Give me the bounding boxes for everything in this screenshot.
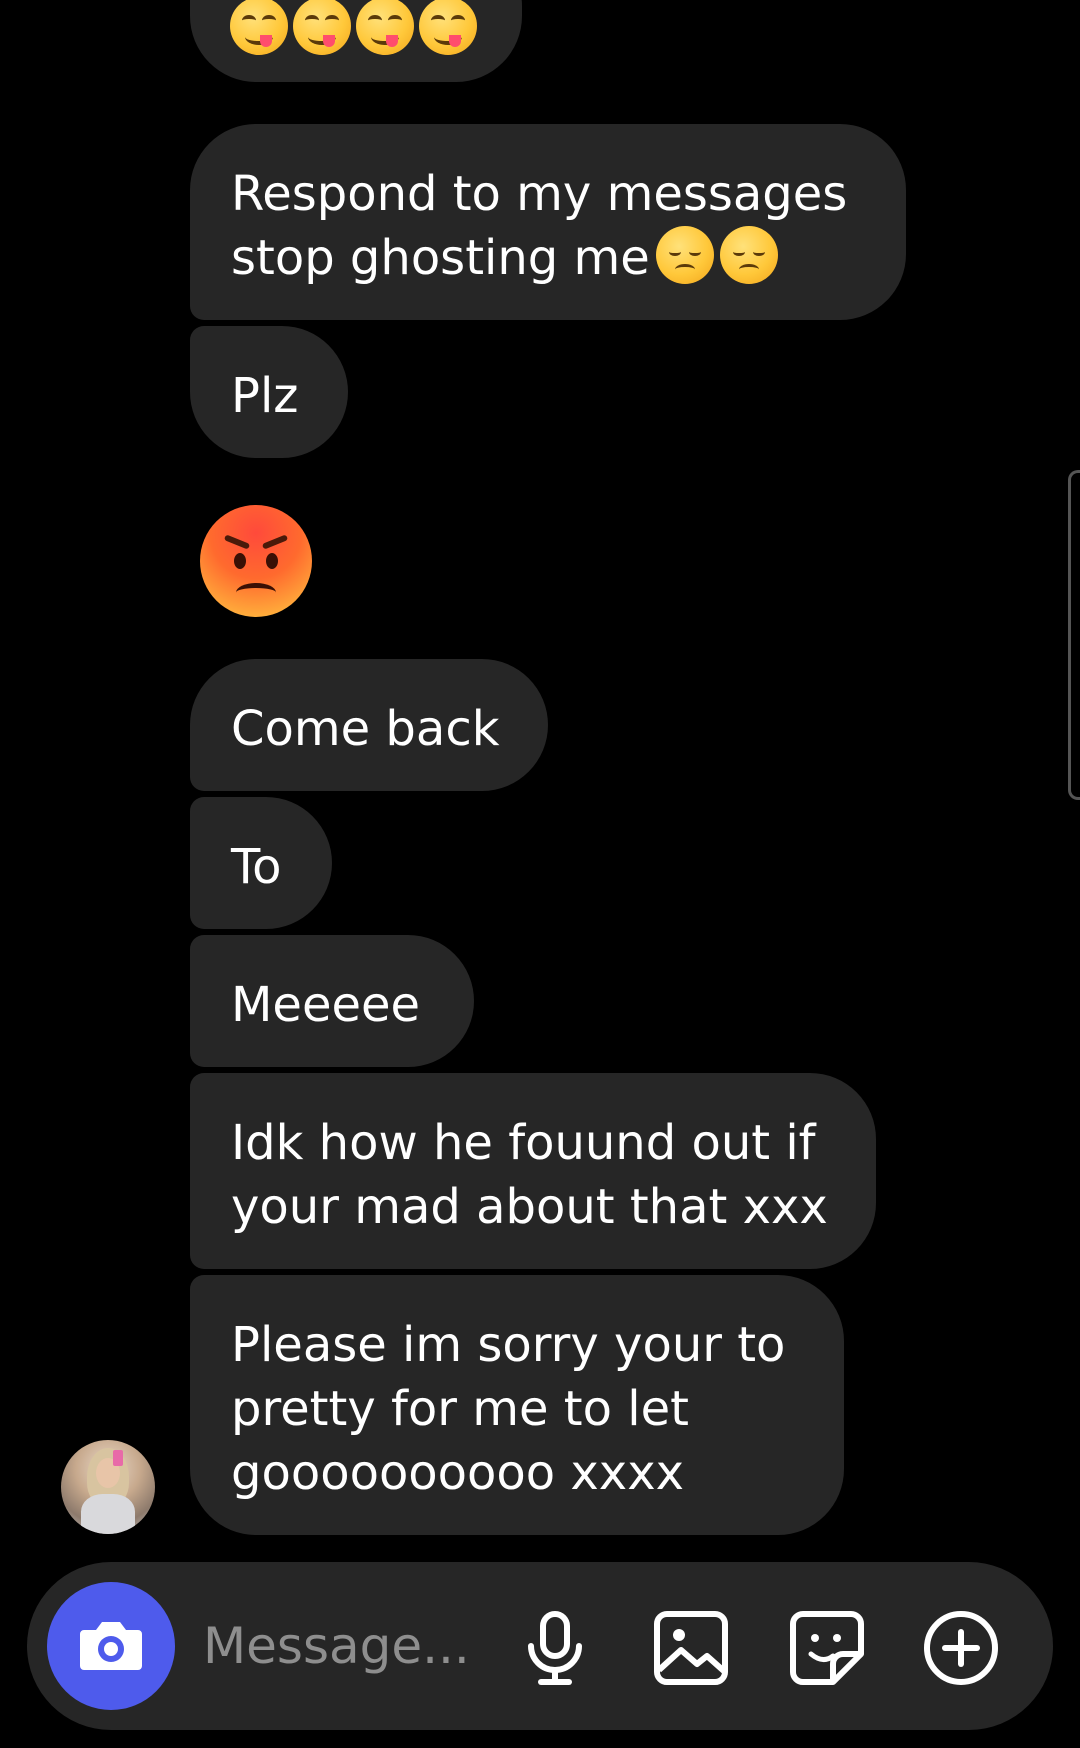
message-text: stop ghosting me [231, 230, 650, 286]
message-text: your mad about that xxx [231, 1179, 828, 1235]
gallery-button[interactable] [651, 1608, 731, 1688]
message-bubble[interactable]: Respond to my messages stop ghosting me [190, 124, 906, 320]
message-text: pretty for me to let [231, 1381, 689, 1437]
face-savoring-food-icon [419, 0, 477, 55]
face-savoring-food-icon [293, 0, 351, 55]
message-text: Come back [231, 701, 500, 757]
add-icon [924, 1611, 998, 1685]
message-thread: Respond to my messages stop ghosting me … [0, 0, 1080, 1560]
message-bubble[interactable]: Come back [190, 659, 548, 791]
angry-face-icon[interactable] [200, 505, 312, 617]
message-bubble[interactable]: Please im sorry your to pretty for me to… [190, 1275, 844, 1535]
disappointed-face-icon [719, 226, 778, 284]
message-bubble[interactable]: Idk how he fouund out if your mad about … [190, 1073, 876, 1269]
sticker-icon [790, 1611, 864, 1685]
face-savoring-food-icon [356, 0, 414, 55]
message-bubble[interactable]: Plz [190, 326, 348, 458]
camera-button[interactable] [47, 1582, 175, 1710]
message-text: To [231, 839, 282, 895]
message-text: Plz [231, 368, 299, 424]
scrollbar[interactable] [1068, 470, 1080, 800]
gallery-icon [654, 1611, 728, 1685]
message-text-line: stop ghosting me [231, 226, 864, 290]
message-input[interactable]: Message... [203, 1612, 470, 1680]
message-text: Idk how he fouund out if [231, 1115, 816, 1171]
message-composer: Message... [27, 1562, 1053, 1730]
camera-icon [80, 1622, 142, 1670]
message-bubble-emoji-top[interactable] [190, 0, 522, 82]
message-text: goooooooooo xxxx [231, 1445, 685, 1501]
message-text: Please im sorry your to [231, 1317, 786, 1373]
microphone-icon [528, 1611, 582, 1685]
message-text: Respond to my messages [231, 166, 848, 222]
message-bubble[interactable]: To [190, 797, 332, 929]
sticker-button[interactable] [787, 1608, 867, 1688]
add-button[interactable] [921, 1608, 1001, 1688]
sender-avatar[interactable] [61, 1440, 155, 1534]
face-savoring-food-icon [230, 0, 288, 55]
disappointed-face-icon [655, 226, 714, 284]
message-text: Meeeee [231, 977, 421, 1033]
microphone-button[interactable] [515, 1608, 595, 1688]
message-bubble[interactable]: Meeeee [190, 935, 474, 1067]
